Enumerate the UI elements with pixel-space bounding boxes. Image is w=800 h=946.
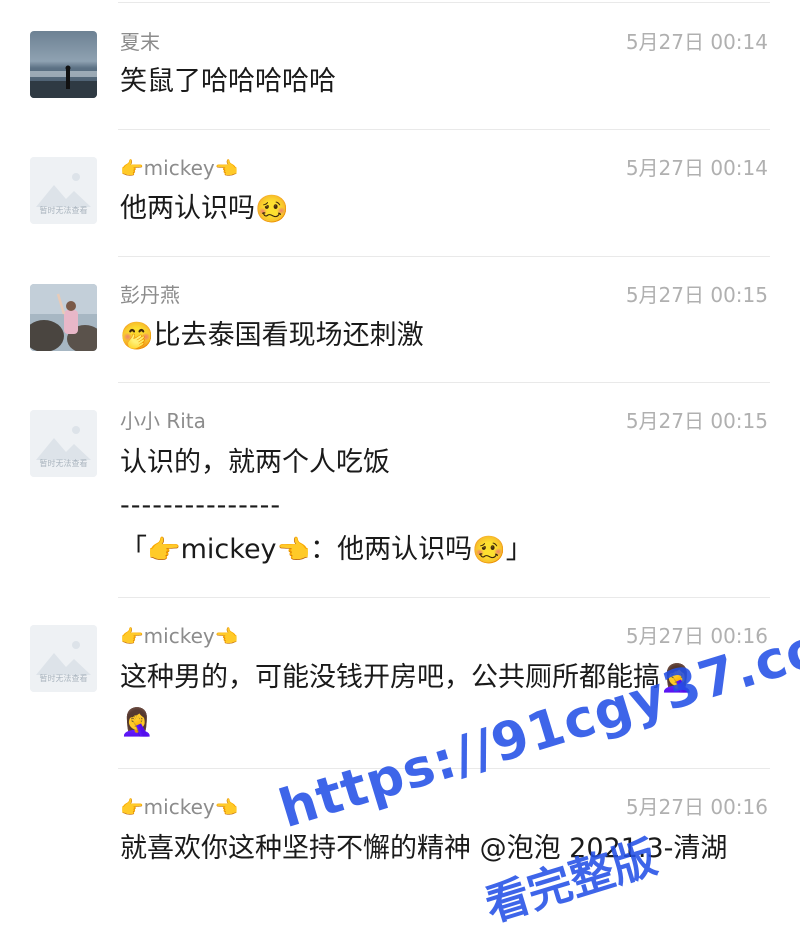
comment-text: 笑鼠了哈哈哈哈哈 — [120, 66, 336, 97]
quoted-text: ：他两认识吗 — [310, 534, 473, 565]
comment-text: 🤭比去泰国看现场还刺激 — [120, 314, 770, 358]
thinking-emoji-icon: 🤭 — [120, 321, 154, 352]
comment-time: 5月27日 00:15 — [625, 409, 768, 433]
quote-separator: --------------- — [120, 490, 282, 521]
woozy-emoji-icon: 🥴 — [472, 535, 506, 566]
comment-time: 5月27日 00:16 — [625, 795, 768, 819]
point-right-emoji-icon: 👉 — [120, 797, 144, 819]
avatar-placeholder[interactable]: 暂时无法查看 — [30, 410, 97, 477]
divider — [118, 768, 770, 769]
point-left-emoji-icon: 👈 — [214, 797, 239, 819]
divider — [118, 256, 770, 257]
point-right-emoji-icon: 👉 — [120, 158, 144, 180]
comment-time: 5月27日 00:14 — [625, 156, 768, 180]
comment-text-body: 这种男的，可能没钱开房吧，公共厕所都能搞 — [120, 662, 660, 693]
divider — [118, 597, 770, 598]
commenter-name[interactable]: 彭丹燕 — [120, 283, 180, 307]
facepalm-emoji-icon: 🤦‍♀️ — [660, 663, 694, 694]
rocks-photo-avatar — [30, 284, 97, 351]
placeholder-text: 暂时无法查看 — [39, 459, 88, 468]
commenter-name[interactable]: 👉mickey👈 — [120, 624, 238, 648]
point-right-emoji-icon: 👉 — [147, 535, 181, 566]
point-left-emoji-icon: 👈 — [214, 626, 239, 648]
quote-close: 」 — [505, 534, 533, 565]
avatar-placeholder[interactable]: 暂时无法查看 — [30, 157, 97, 224]
comment-text-body: 比去泰国看现场还刺激 — [153, 320, 424, 351]
woozy-emoji-icon: 🥴 — [255, 194, 289, 225]
commenter-name[interactable]: 夏末 — [120, 30, 160, 54]
comment-text: 他两认识吗🥴 — [120, 187, 770, 231]
avatar[interactable] — [30, 284, 97, 351]
divider — [118, 129, 770, 130]
commenter-name[interactable]: 👉mickey👈 — [120, 156, 238, 180]
comment-text: 认识的，就两个人吃饭 — [120, 447, 390, 478]
commenter-name-text: mickey — [143, 156, 215, 180]
commenter-name-text: mickey — [143, 624, 215, 648]
point-right-emoji-icon: 👉 — [120, 626, 144, 648]
comment-time: 5月27日 00:16 — [625, 624, 768, 648]
facepalm-emoji-icon: 🤦‍♀️ — [120, 707, 154, 738]
quoted-name: mickey — [180, 534, 277, 565]
placeholder-text: 暂时无法查看 — [39, 206, 88, 215]
comment-time: 5月27日 00:14 — [625, 30, 768, 54]
commenter-name[interactable]: 👉mickey👈 — [120, 795, 238, 819]
comment-text: 就喜欢你这种坚持不懈的精神 @泡泡 2021.3-清湖 — [120, 833, 728, 864]
divider — [118, 382, 770, 383]
beach-photo-avatar — [30, 31, 97, 98]
avatar[interactable] — [30, 31, 97, 98]
comment-text: 这种男的，可能没钱开房吧，公共厕所都能搞🤦‍♀️ 🤦‍♀️ — [120, 656, 770, 744]
commenter-name[interactable]: 小小 Rita — [120, 409, 206, 433]
comment-time: 5月27日 00:15 — [625, 283, 768, 307]
point-left-emoji-icon: 👈 — [276, 535, 311, 566]
placeholder-text: 暂时无法查看 — [39, 674, 88, 683]
commenter-name-text: mickey — [143, 795, 215, 819]
quote-open: 「 — [120, 534, 147, 565]
quoted-reply: 「👉mickey👈：他两认识吗🥴」 — [120, 528, 770, 572]
avatar-placeholder[interactable]: 暂时无法查看 — [30, 625, 97, 692]
comment-feed: 夏末 5月27日 00:14 笑鼠了哈哈哈哈哈 暂时无法查看 👉mickey👈 … — [0, 0, 800, 946]
point-left-emoji-icon: 👈 — [214, 158, 239, 180]
comment-text-body: 他两认识吗 — [120, 193, 255, 224]
top-divider — [118, 2, 770, 3]
